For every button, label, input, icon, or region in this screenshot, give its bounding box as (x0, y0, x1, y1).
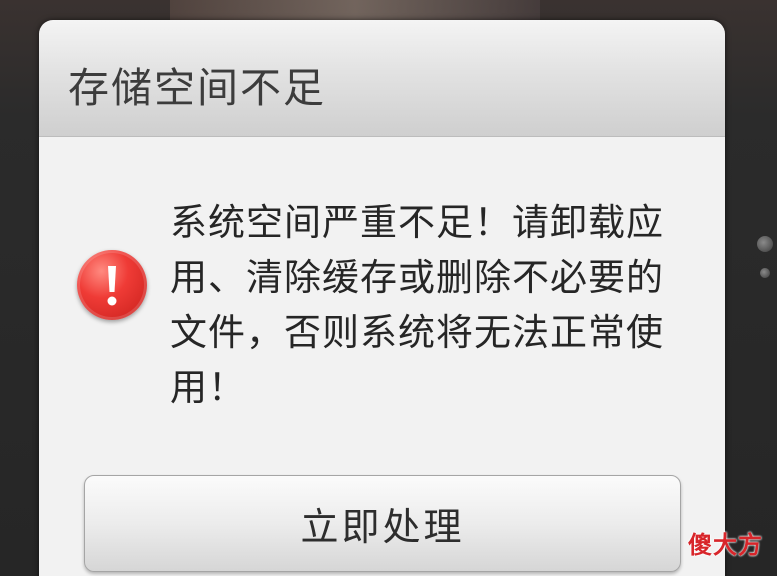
warning-icon (77, 250, 147, 320)
dialog-message: 系统空间严重不足！请卸载应用、清除缓存或删除不必要的文件，否则系统将无法正常使用… (170, 201, 664, 409)
dialog-header: 存储空间不足 (39, 20, 725, 137)
side-button (757, 236, 773, 252)
dialog-title: 存储空间不足 (68, 64, 326, 112)
dialog-body: 系统空间严重不足！请卸载应用、清除缓存或删除不必要的文件，否则系统将无法正常使用… (39, 137, 725, 576)
side-indicator (760, 268, 770, 278)
handle-now-button[interactable]: 立即处理 (84, 475, 681, 572)
handle-now-label: 立即处理 (300, 505, 465, 549)
watermark-logo: 傻大方 (688, 531, 763, 559)
storage-alert-dialog: 存储空间不足 系统空间严重不足！请卸载应用、清除缓存或删除不必要的文件，否则系统… (39, 20, 725, 576)
background-image-strip (170, 0, 540, 22)
screen: 存储空间不足 系统空间严重不足！请卸载应用、清除缓存或删除不必要的文件，否则系统… (0, 0, 777, 576)
